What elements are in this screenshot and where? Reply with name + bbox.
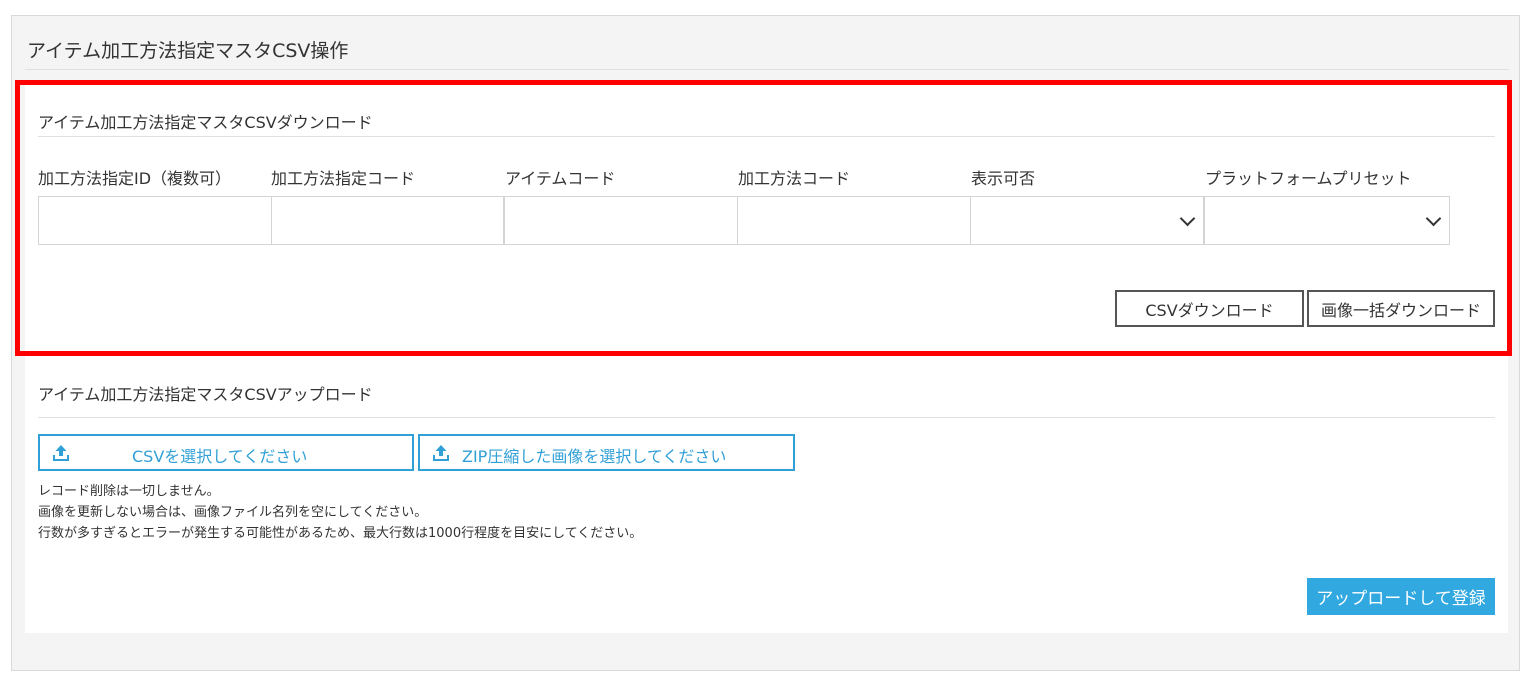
csv-select-label: CSVを選択してください (132, 447, 308, 466)
upload-icon (433, 445, 449, 461)
zip-select-button[interactable]: ZIP圧縮した画像を選択してください (418, 434, 795, 471)
upload-register-button[interactable]: アップロードして登録 (1307, 578, 1495, 615)
upload-icon (53, 445, 69, 461)
note-line: レコード削除は一切しません。 (38, 484, 220, 499)
upload-notes: レコード削除は一切しません。 画像を更新しない場合は、画像ファイル名列を空にして… (38, 481, 642, 544)
title-divider (25, 69, 1509, 70)
upload-section-divider (38, 417, 1495, 418)
page-title: アイテム加工方法指定マスタCSV操作 (27, 40, 349, 62)
zip-select-label: ZIP圧縮した画像を選択してください (462, 447, 727, 466)
highlight-box (15, 80, 1512, 356)
csv-select-button[interactable]: CSVを選択してください (38, 434, 414, 471)
upload-section-title: アイテム加工方法指定マスタCSVアップロード (38, 385, 373, 404)
note-line: 画像を更新しない場合は、画像ファイル名列を空にしてください。 (38, 505, 428, 520)
note-line: 行数が多すぎるとエラーが発生する可能性があるため、最大行数は1000行程度を目安… (38, 526, 643, 541)
